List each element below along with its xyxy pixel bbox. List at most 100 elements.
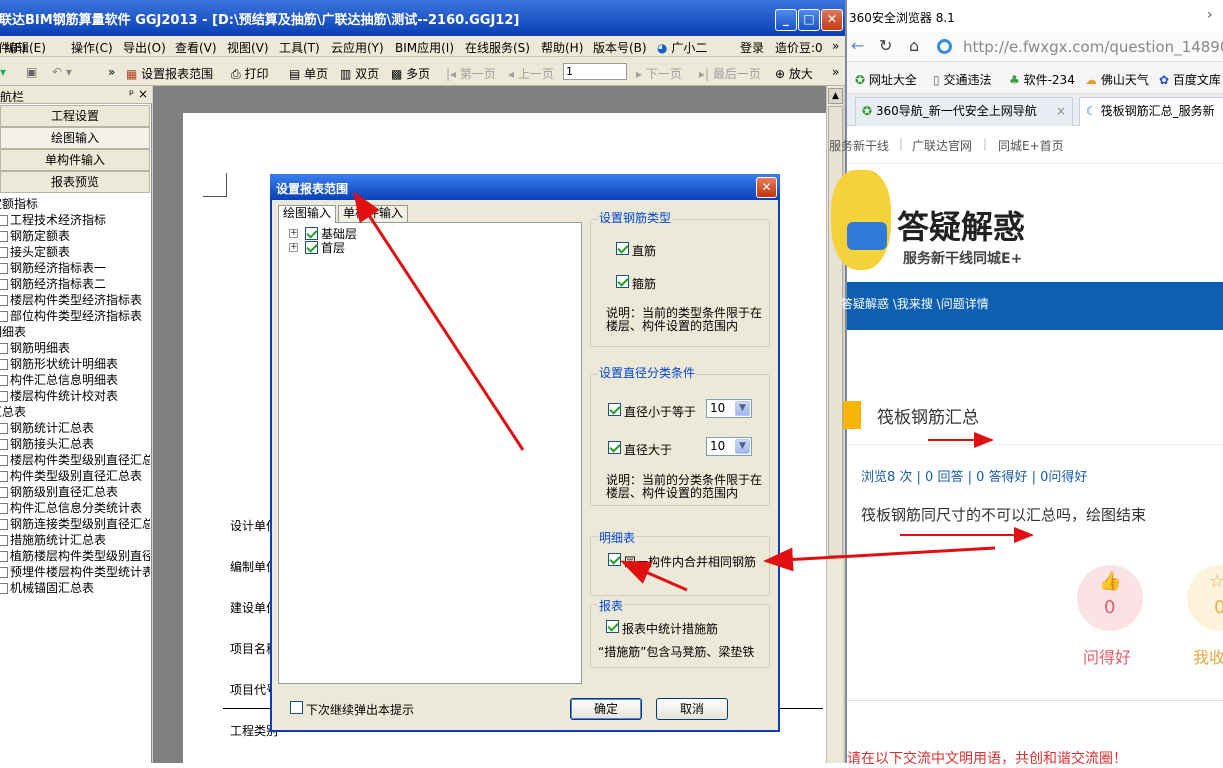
next-page-button[interactable]: ▸ 下一页 xyxy=(636,65,682,82)
breadcrumb[interactable]: 答疑解惑 \我来搜 \问题详情 xyxy=(841,295,989,312)
fav-nav[interactable]: ✪ 网址大全 xyxy=(855,71,917,88)
menu-tools[interactable]: 工具(T) xyxy=(279,39,320,56)
menu-edit[interactable]: 编辑(E) xyxy=(5,39,46,56)
address-bar[interactable]: http://e.fwxgx.com/question_1489020.h xyxy=(963,36,1223,58)
tree-section[interactable]: 定额指标 xyxy=(0,196,150,212)
undo-icon[interactable]: ↶ ▾ xyxy=(52,65,72,79)
toolbar-overflow-icon-2[interactable]: » xyxy=(832,65,839,79)
first-floor-checkbox[interactable] xyxy=(305,241,318,254)
nav-btn-project-settings[interactable]: 工程设置 xyxy=(0,105,150,127)
tree-report-item[interactable]: 措施筋统计汇总表 xyxy=(0,532,150,548)
nav-btn-single-input[interactable]: 单构件输入 xyxy=(0,149,150,171)
minimize-button[interactable]: _ xyxy=(775,9,797,31)
site-link-2[interactable]: 同城E+首页 xyxy=(998,137,1064,154)
menu-login[interactable]: 登录 xyxy=(740,39,764,56)
tree-report-item[interactable]: 钢筋级别直径汇总表 xyxy=(0,484,150,500)
menu-cloud[interactable]: 云应用(Y) xyxy=(331,39,384,56)
nav-pin-close-icon[interactable]: ᵖ × xyxy=(129,87,148,101)
app-title-bar[interactable]: 广联达BIM钢筋算量软件 GGJ2013 - [D:\预结算及抽筋\广联达抽筋\… xyxy=(0,0,845,36)
tree-report-item[interactable]: 楼层构件类型级别直径汇总 xyxy=(0,452,150,468)
expand-icon[interactable]: + xyxy=(289,243,298,252)
tree-report-item[interactable]: 钢筋经济指标表一 xyxy=(0,260,150,276)
ok-button[interactable]: 确定 xyxy=(570,698,642,720)
double-page-button[interactable]: ▥ 双页 xyxy=(340,65,379,82)
tree-report-item[interactable]: 构件汇总信息明细表 xyxy=(0,372,150,388)
chevron-down-icon[interactable]: ▼ xyxy=(735,439,750,454)
page-number-input[interactable]: 1 xyxy=(563,63,627,80)
tree-report-item[interactable]: 钢筋统计汇总表 xyxy=(0,420,150,436)
tree-report-item[interactable]: 钢筋定额表 xyxy=(0,228,150,244)
save-icon[interactable]: ▣ xyxy=(26,65,37,79)
tree-report-item[interactable]: 钢筋连接类型级别直径汇总 xyxy=(0,516,150,532)
tree-report-item[interactable]: 钢筋接头汇总表 xyxy=(0,436,150,452)
stirrup-checkbox[interactable] xyxy=(616,275,629,288)
tab-active[interactable]: ☾ 筏板钢筋汇总_服务新 xyxy=(1079,97,1223,126)
menu-viewport[interactable]: 视图(V) xyxy=(227,39,269,56)
multi-page-button[interactable]: ▩ 多页 xyxy=(391,65,430,82)
site-link-1[interactable]: 广联达官网 xyxy=(912,137,972,154)
close-tab-icon[interactable]: × xyxy=(1056,98,1066,125)
scroll-thumb[interactable] xyxy=(828,106,843,556)
print-button[interactable]: ⎙ 打印 xyxy=(231,65,268,82)
no-popup-checkbox[interactable] xyxy=(290,701,303,714)
tree-report-item[interactable]: 构件类型级别直径汇总表 xyxy=(0,468,150,484)
palette-icon[interactable]: ▾ xyxy=(0,65,6,79)
refresh-icon[interactable]: ↻ xyxy=(879,36,892,55)
tree-report-item[interactable]: 工程技术经济指标 xyxy=(0,212,150,228)
cancel-button[interactable]: 取消 xyxy=(656,698,728,720)
tab-single-input[interactable]: 单构件输入 xyxy=(338,205,409,222)
tab-drawing-input[interactable]: 绘图输入 xyxy=(278,205,337,223)
tree-section[interactable]: 明细表 xyxy=(0,324,150,340)
fav-software[interactable]: ♣ 软件-234 xyxy=(1009,71,1075,88)
menu-operate[interactable]: 操作(C) xyxy=(71,39,113,56)
tree-report-item[interactable]: 预埋件楼层构件类型统计表 xyxy=(0,564,150,580)
close-button[interactable]: ✕ xyxy=(821,9,843,31)
tree-section[interactable]: 汇总表 xyxy=(0,404,150,420)
foundation-checkbox[interactable] xyxy=(305,227,318,240)
menu-export[interactable]: 导出(O) xyxy=(123,39,166,56)
menu-help[interactable]: 帮助(H) xyxy=(541,39,583,56)
measure-checkbox[interactable] xyxy=(606,620,619,633)
first-page-button[interactable]: |◂ 第一页 xyxy=(446,65,496,82)
tree-report-item[interactable]: 部位构件类型经济指标表 xyxy=(0,308,150,324)
expand-icon[interactable]: + xyxy=(289,229,298,238)
set-range-button[interactable]: ▦ 设置报表范围 xyxy=(126,65,213,82)
fav-traffic[interactable]: ▯ 交通违法 xyxy=(933,71,991,88)
nav-btn-drawing-input[interactable]: 绘图输入 xyxy=(0,127,150,149)
tree-report-item[interactable]: 楼层构件统计校对表 xyxy=(0,388,150,404)
toolbar-overflow-icon[interactable]: » xyxy=(108,65,115,79)
menu-xiaoer[interactable]: ◕ 广小二 xyxy=(657,39,707,56)
diameter-le-checkbox[interactable] xyxy=(608,403,621,416)
site-link-0[interactable]: 服务新干线 xyxy=(829,137,889,154)
dialog-title-bar[interactable]: 设置报表范围 ✕ xyxy=(270,174,780,200)
tree-report-item[interactable]: 钢筋明细表 xyxy=(0,340,150,356)
menu-online[interactable]: 在线服务(S) xyxy=(465,39,530,56)
tree-report-item[interactable]: 接头定额表 xyxy=(0,244,150,260)
chevron-right-icon[interactable]: › xyxy=(1207,7,1213,23)
diameter-le-select[interactable]: 10 ▼ xyxy=(706,399,752,418)
tree-report-item[interactable]: 楼层构件类型经济指标表 xyxy=(0,292,150,308)
menu-version[interactable]: 版本号(B) xyxy=(593,39,647,56)
tree-report-item[interactable]: 钢筋经济指标表二 xyxy=(0,276,150,292)
scroll-up-icon[interactable]: ▲ xyxy=(828,88,843,104)
tree-report-item[interactable]: 钢筋形状统计明细表 xyxy=(0,356,150,372)
menu-bim[interactable]: BIM应用(I) xyxy=(395,39,454,56)
fav-baidu[interactable]: ✿ 百度文库 xyxy=(1159,71,1221,88)
straight-checkbox[interactable] xyxy=(616,242,629,255)
maximize-button[interactable]: □ xyxy=(798,9,820,31)
zoom-in-button[interactable]: ⊕ 放大 xyxy=(775,65,813,82)
diameter-gt-select[interactable]: 10 ▼ xyxy=(706,437,752,456)
prev-page-button[interactable]: ◂ 上一页 xyxy=(508,65,554,82)
diameter-gt-checkbox[interactable] xyxy=(608,441,621,454)
nav-btn-report-preview[interactable]: 报表预览 xyxy=(0,171,150,193)
merge-checkbox[interactable] xyxy=(608,553,621,566)
menu-overflow-icon[interactable]: » xyxy=(832,39,839,53)
home-icon[interactable]: ⌂ xyxy=(909,36,919,55)
browser-title-bar[interactable]: 360安全浏览器 8.1 › xyxy=(847,0,1223,33)
tree-report-item[interactable]: 构件汇总信息分类统计表 xyxy=(0,500,150,516)
chevron-down-icon[interactable]: ▼ xyxy=(735,401,750,416)
menu-view[interactable]: 查看(V) xyxy=(175,39,217,56)
dialog-close-icon[interactable]: ✕ xyxy=(756,177,777,198)
back-icon[interactable]: ← xyxy=(851,36,864,55)
single-page-button[interactable]: ▤ 单页 xyxy=(289,65,328,82)
